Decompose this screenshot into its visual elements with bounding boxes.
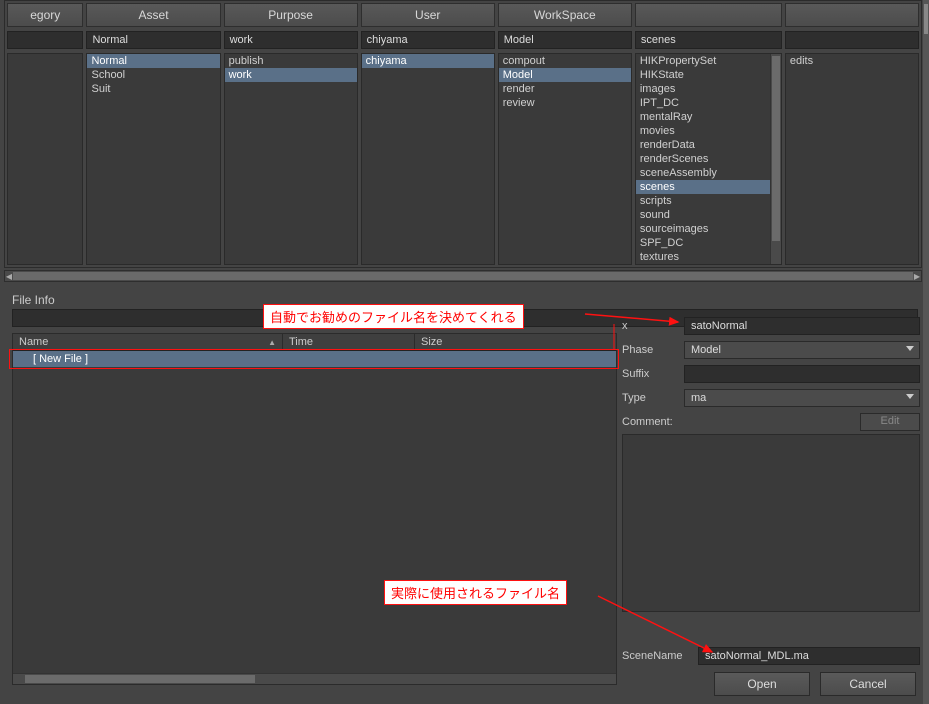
list-item[interactable]: renderScenes (636, 152, 781, 166)
col-field[interactable]: scenes (635, 31, 782, 49)
scenename-label: SceneName (622, 650, 698, 662)
list-item[interactable]: Model (499, 68, 631, 82)
file-table-body[interactable]: [ New File ] (12, 351, 617, 685)
annotation-auto-suggest: 自動でお勧めのファイル名を決めてくれる (263, 304, 524, 329)
list-item[interactable]: sourceimages (636, 222, 781, 236)
type-select[interactable]: ma (684, 389, 920, 407)
file-table: Name ▲ Time Size [ New File ] (12, 333, 617, 685)
list-item[interactable]: movies (636, 124, 781, 138)
phase-label: Phase (622, 344, 684, 356)
list-item[interactable]: HIKPropertySet (636, 54, 781, 68)
suffix-label: Suffix (622, 368, 684, 380)
list-item[interactable]: scripts (636, 194, 781, 208)
col-list[interactable] (7, 53, 83, 265)
table-row-new-file[interactable]: [ New File ] (13, 351, 616, 367)
col-field[interactable]: work (224, 31, 358, 49)
scroll-left-icon[interactable]: ◀ (5, 271, 13, 281)
list-item[interactable]: publish (225, 54, 357, 68)
scrollbar-horizontal[interactable]: ◀ ▶ (4, 270, 922, 282)
scrollbar-vertical[interactable] (770, 54, 781, 264)
list-item[interactable]: mentalRay (636, 110, 781, 124)
col-field[interactable] (7, 31, 83, 49)
col-header[interactable] (635, 3, 782, 27)
browser-col-workspace: WorkSpace Model compout Model render rev… (498, 3, 632, 265)
sort-asc-icon: ▲ (268, 338, 276, 347)
type-value: ma (691, 392, 706, 404)
list-item[interactable]: textures (636, 250, 781, 264)
prefix-input[interactable]: satoNormal (684, 317, 920, 335)
browser-col-user: User chiyama chiyama (361, 3, 495, 265)
col-list[interactable]: compout Model render review (498, 53, 632, 265)
list-item[interactable]: images (636, 82, 781, 96)
file-table-header: Name ▲ Time Size (12, 333, 617, 351)
list-item[interactable]: scenes (636, 180, 781, 194)
col-header-name[interactable]: Name ▲ (13, 334, 283, 350)
list-item[interactable]: review (499, 96, 631, 110)
type-label: Type (622, 392, 684, 404)
list-item[interactable]: sound (636, 208, 781, 222)
phase-value: Model (691, 344, 721, 356)
list-item[interactable]: renderData (636, 138, 781, 152)
col-header-text: Name (19, 336, 48, 348)
chevron-down-icon (906, 346, 914, 351)
scenename-row: SceneName satoNormal_MDL.ma (622, 647, 920, 665)
col-field[interactable]: Normal (86, 31, 220, 49)
col-list[interactable]: publish work (224, 53, 358, 265)
col-header-time[interactable]: Time (283, 334, 415, 350)
col-header-size[interactable]: Size (415, 334, 616, 350)
comment-box[interactable] (622, 434, 920, 612)
col-list[interactable]: edits (785, 53, 919, 265)
list-item[interactable]: Suit (87, 82, 219, 96)
list-item[interactable]: render (499, 82, 631, 96)
scroll-right-icon[interactable]: ▶ (913, 271, 921, 281)
list-item[interactable]: edits (786, 54, 918, 68)
browser-panel: egory Asset Normal Normal School Suit Pu… (4, 0, 922, 268)
col-list[interactable]: chiyama (361, 53, 495, 265)
list-item[interactable]: SPF_DC (636, 236, 781, 250)
list-item[interactable]: IPT_DC (636, 96, 781, 110)
chevron-down-icon (906, 394, 914, 399)
list-item[interactable]: work (225, 68, 357, 82)
comment-label: Comment: (622, 416, 673, 428)
suffix-input[interactable] (684, 365, 920, 383)
col-header[interactable]: WorkSpace (498, 3, 632, 27)
col-list[interactable]: Normal School Suit (86, 53, 220, 265)
edit-comment-button[interactable]: Edit (860, 413, 920, 431)
open-button[interactable]: Open (714, 672, 810, 696)
list-item[interactable]: Normal (87, 54, 219, 68)
col-header[interactable]: egory (7, 3, 83, 27)
browser-col-leaf: edits (785, 3, 919, 265)
scrollbar-vertical[interactable] (923, 0, 929, 704)
col-header[interactable]: User (361, 3, 495, 27)
col-field[interactable]: chiyama (361, 31, 495, 49)
col-header[interactable] (785, 3, 919, 27)
list-item[interactable]: sceneAssembly (636, 166, 781, 180)
fileinfo-form: x satoNormal Phase Model Suffix Type ma … (622, 316, 920, 612)
browser-col-purpose: Purpose work publish work (224, 3, 358, 265)
list-item[interactable]: School (87, 68, 219, 82)
phase-select[interactable]: Model (684, 341, 920, 359)
browser-col-subdir: scenes HIKPropertySet HIKState images IP… (635, 3, 782, 265)
list-item[interactable]: compout (499, 54, 631, 68)
scenename-input[interactable]: satoNormal_MDL.ma (698, 647, 920, 665)
browser-col-category: egory (7, 3, 83, 265)
prefix-label: x (622, 320, 684, 332)
cancel-button[interactable]: Cancel (820, 672, 916, 696)
fileinfo-label: File Info (12, 293, 55, 307)
col-list[interactable]: HIKPropertySet HIKState images IPT_DC me… (635, 53, 782, 265)
col-field[interactable] (785, 31, 919, 49)
list-item[interactable]: HIKState (636, 68, 781, 82)
col-header[interactable]: Purpose (224, 3, 358, 27)
annotation-actual-name: 実際に使用されるファイル名 (384, 580, 567, 605)
browser-col-asset: Asset Normal Normal School Suit (86, 3, 220, 265)
col-header[interactable]: Asset (86, 3, 220, 27)
scrollbar-horizontal[interactable] (13, 673, 616, 684)
list-item[interactable]: chiyama (362, 54, 494, 68)
col-field[interactable]: Model (498, 31, 632, 49)
